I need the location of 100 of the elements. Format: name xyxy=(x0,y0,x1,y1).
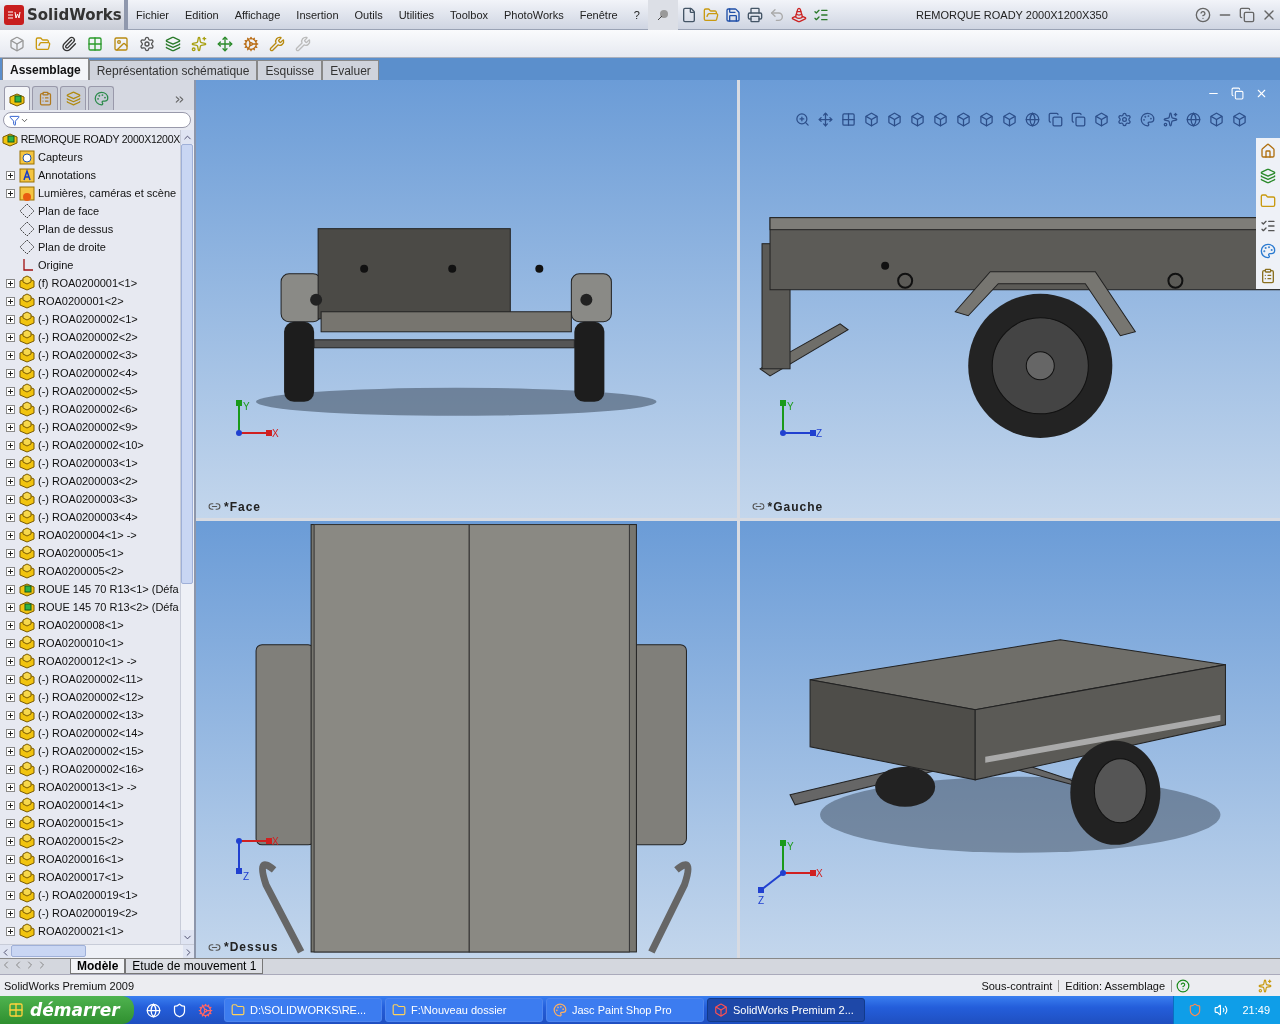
menu-item[interactable]: Affichage xyxy=(226,8,289,21)
menu-item[interactable]: Outils xyxy=(346,8,391,21)
tree-item[interactable]: Lumières, caméras et scène xyxy=(38,187,177,199)
expand-icon[interactable] xyxy=(6,530,15,540)
expand-icon[interactable] xyxy=(6,854,15,864)
taskbar-button[interactable]: D:\SOLIDWORKS\RE... xyxy=(224,998,382,1022)
expand-icon[interactable] xyxy=(6,386,15,396)
expand-icon[interactable] xyxy=(6,278,15,288)
expand-icon[interactable] xyxy=(6,800,15,810)
expand-icon[interactable] xyxy=(6,926,15,936)
expand-icon[interactable] xyxy=(6,908,15,918)
expand-icon[interactable] xyxy=(6,188,15,198)
expand-icon[interactable] xyxy=(6,692,15,702)
tree-item[interactable]: ROA0200008<1> xyxy=(38,619,124,631)
expand-icon[interactable] xyxy=(6,170,15,180)
expand-icon[interactable] xyxy=(6,584,15,594)
expand-icon[interactable] xyxy=(6,566,15,576)
expand-icon[interactable] xyxy=(6,746,15,756)
tree-item[interactable]: ROA0200012<1> -> xyxy=(38,655,137,667)
tree-item[interactable]: ROA0200015<2> xyxy=(38,835,124,847)
expand-icon[interactable] xyxy=(6,296,15,306)
tree-item[interactable]: ROUE 145 70 R13<2> (Défa xyxy=(38,601,179,613)
expand-icon[interactable] xyxy=(6,458,15,468)
scroll-up-button[interactable] xyxy=(181,130,194,144)
tree-item[interactable]: ROA0200013<1> -> xyxy=(38,781,137,793)
tree-item[interactable]: (-) ROA0200002<14> xyxy=(38,727,144,739)
expand-icon[interactable] xyxy=(6,548,15,558)
clipboard-icon[interactable] xyxy=(32,86,58,110)
expand-icon[interactable] xyxy=(6,656,15,666)
expand-icon[interactable] xyxy=(6,602,15,612)
expand-icon[interactable] xyxy=(6,314,15,324)
tree-item[interactable]: Plan de droite xyxy=(38,241,106,253)
tree-item[interactable]: Annotations xyxy=(38,169,97,181)
expand-icon[interactable] xyxy=(6,350,15,360)
tree-item[interactable]: (-) ROA0200003<2> xyxy=(38,475,138,487)
tree-item[interactable]: (-) ROA0200002<2> xyxy=(38,331,138,343)
scroll-right-button[interactable] xyxy=(183,945,194,959)
tree-item[interactable]: Plan de dessus xyxy=(38,223,114,235)
expand-icon[interactable] xyxy=(6,710,15,720)
menu-item[interactable]: Fichier xyxy=(128,8,177,21)
tree-item[interactable]: ROA0200010<1> xyxy=(38,637,124,649)
tree-item[interactable]: Capteurs xyxy=(38,151,83,163)
tree-item[interactable]: Origine xyxy=(38,259,74,271)
tree-item[interactable]: ROA0200014<1> xyxy=(38,799,124,811)
command-tab[interactable]: Assemblage xyxy=(2,58,89,80)
menu-item[interactable]: Fenêtre xyxy=(571,8,626,21)
tree-item[interactable]: ROA0200001<2> xyxy=(38,295,124,307)
expand-icon[interactable] xyxy=(6,620,15,630)
expand-icon[interactable] xyxy=(6,638,15,648)
palette-icon[interactable] xyxy=(88,86,114,110)
tree-item[interactable]: (-) ROA0200002<1> xyxy=(38,313,138,325)
tree-item[interactable]: (-) ROA0200002<11> xyxy=(38,673,143,685)
command-tab[interactable]: Esquisse xyxy=(257,60,323,80)
expand-icon[interactable] xyxy=(6,404,15,414)
tree-item[interactable]: (-) ROA0200003<3> xyxy=(38,493,138,505)
expand-icon[interactable] xyxy=(6,782,15,792)
expand-icon[interactable] xyxy=(6,476,15,486)
menu-item[interactable]: Toolbox xyxy=(442,8,497,21)
taskbar-button[interactable]: SolidWorks Premium 2... xyxy=(707,998,865,1022)
tree-item[interactable]: (-) ROA0200002<16> xyxy=(38,763,144,775)
tree-item[interactable]: (-) ROA0200002<10> xyxy=(38,439,144,451)
tree-item[interactable]: ROA0200017<1> xyxy=(38,871,124,883)
tree-item[interactable]: ROA0200004<1> -> xyxy=(38,529,137,541)
model-tab[interactable]: Modèle xyxy=(70,959,126,974)
tree-item[interactable]: (-) ROA0200003<1> xyxy=(38,457,138,469)
tree-item[interactable]: (-) ROA0200002<15> xyxy=(38,745,144,757)
expand-icon[interactable] xyxy=(6,836,15,846)
tree-item[interactable]: Plan de face xyxy=(38,205,100,217)
menu-item[interactable]: ? xyxy=(625,8,648,21)
tree-item[interactable]: (-) ROA0200002<5> xyxy=(38,385,138,397)
expand-icon[interactable] xyxy=(6,872,15,882)
scroll-down-button[interactable] xyxy=(181,930,194,944)
taskbar-button[interactable]: Jasc Paint Shop Pro xyxy=(546,998,704,1022)
command-tab[interactable]: Représentation schématique xyxy=(88,60,258,80)
expand-icon[interactable] xyxy=(6,440,15,450)
menu-item[interactable]: PhotoWorks xyxy=(496,8,572,21)
expand-icon[interactable] xyxy=(6,764,15,774)
tree-item[interactable]: (f) ROA0200001<1> xyxy=(38,277,138,289)
expand-icon[interactable] xyxy=(6,674,15,684)
expand-icon[interactable] xyxy=(6,728,15,738)
horizontal-scrollbar[interactable] xyxy=(0,944,194,958)
taskbar-button[interactable]: F:\Nouveau dossier xyxy=(385,998,543,1022)
scroll-left-button[interactable] xyxy=(0,945,11,959)
tree-item[interactable]: (-) ROA0200002<9> xyxy=(38,421,138,433)
tree-item[interactable]: (-) ROA0200002<3> xyxy=(38,349,138,361)
tree-item[interactable]: (-) ROA0200002<6> xyxy=(38,403,138,415)
expand-icon[interactable] xyxy=(6,422,15,432)
tree-item[interactable]: (-) ROA0200019<2> xyxy=(38,907,138,919)
tree-item[interactable]: ROA0200005<2> xyxy=(38,565,124,577)
expand-icon[interactable] xyxy=(6,818,15,828)
filter-field[interactable] xyxy=(3,112,191,128)
expand-icon[interactable] xyxy=(6,332,15,342)
expand-icon[interactable] xyxy=(6,494,15,504)
tree-item[interactable]: ROA0200005<1> xyxy=(38,547,124,559)
expand-icon[interactable] xyxy=(6,512,15,522)
expand-icon[interactable] xyxy=(6,368,15,378)
tree-item[interactable]: (-) ROA0200002<13> xyxy=(38,709,144,721)
tree-item[interactable]: (-) ROA0200002<12> xyxy=(38,691,144,703)
command-tab[interactable]: Evaluer xyxy=(322,60,379,80)
vertical-scrollbar[interactable] xyxy=(180,130,194,944)
